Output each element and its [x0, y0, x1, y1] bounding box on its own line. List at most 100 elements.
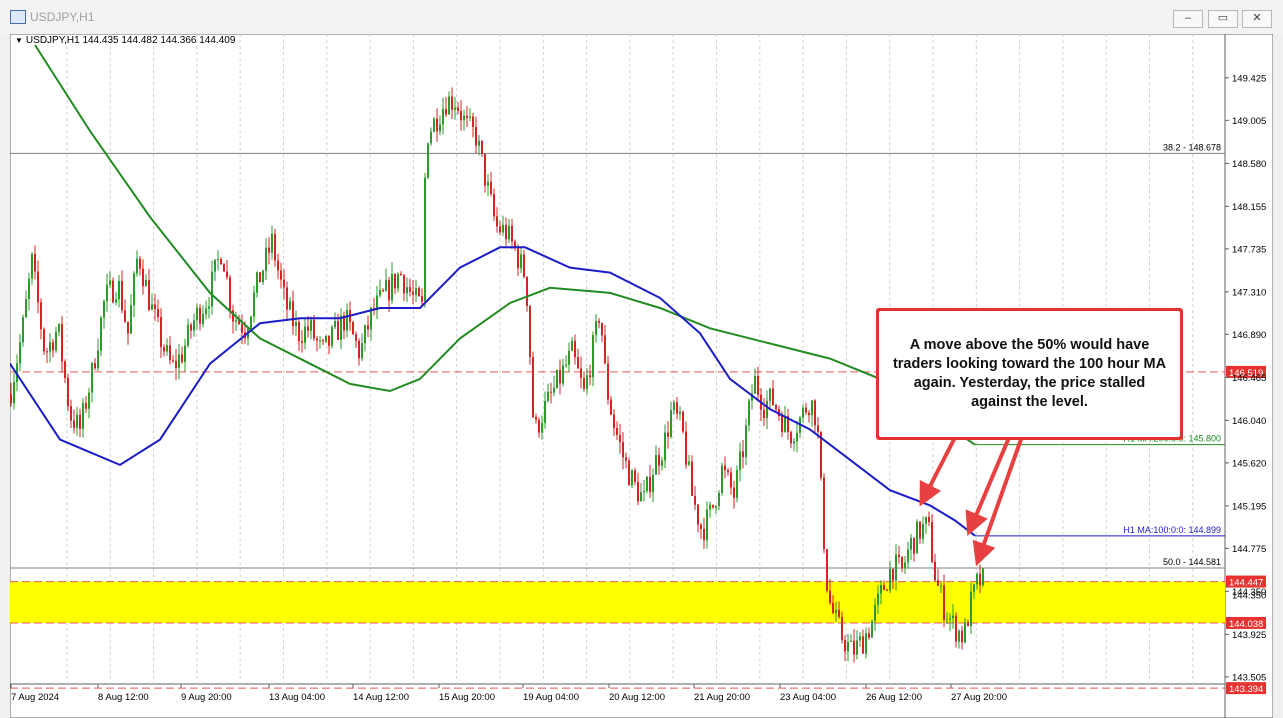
candle	[661, 460, 663, 466]
candle	[970, 591, 972, 626]
candle	[289, 301, 291, 310]
candle	[664, 432, 666, 461]
candle	[763, 409, 765, 419]
candle	[136, 258, 138, 274]
candle	[796, 432, 798, 442]
candle	[334, 321, 336, 328]
candle	[121, 280, 123, 311]
candle	[67, 378, 69, 407]
candle	[682, 411, 684, 432]
triangle-down-icon[interactable]: ▼	[15, 36, 23, 45]
candle	[904, 562, 906, 568]
candle	[91, 363, 93, 393]
candle	[979, 573, 981, 586]
candle	[886, 589, 888, 591]
candle	[745, 425, 747, 458]
candle	[502, 224, 504, 233]
candle	[652, 474, 654, 493]
candle	[235, 319, 237, 322]
candle	[277, 260, 279, 271]
window-title: USDJPY,H1	[30, 10, 95, 24]
candle	[286, 287, 288, 310]
candle	[172, 360, 174, 362]
candle	[181, 354, 183, 363]
x-tick-label: 26 Aug 12:00	[866, 692, 922, 703]
candle	[808, 412, 810, 416]
candle	[769, 388, 771, 401]
candle	[538, 419, 540, 433]
candle	[586, 375, 588, 389]
candle	[625, 457, 627, 461]
ohlc-readout: ▼ USDJPY,H1 144.435 144.482 144.366 144.4…	[15, 35, 235, 46]
chart-area[interactable]: 38.2 - 148.67850.0 - 144.581H1 MA:200:0:…	[10, 34, 1273, 718]
candle	[667, 432, 669, 437]
y-tick-label: 145.195	[1232, 501, 1266, 512]
ohlc-low: 144.366	[160, 35, 197, 46]
candle	[937, 580, 939, 586]
candle	[823, 477, 825, 550]
candle	[490, 181, 492, 194]
candle	[487, 181, 489, 186]
x-tick-label: 15 Aug 20:00	[439, 692, 495, 703]
candle	[301, 341, 303, 343]
candle	[103, 301, 105, 318]
candle	[781, 416, 783, 433]
candle	[124, 310, 126, 322]
candle	[388, 280, 390, 301]
candle	[325, 335, 327, 342]
candle	[139, 258, 141, 269]
candle	[577, 357, 579, 369]
candle	[187, 324, 189, 346]
candle	[619, 434, 621, 443]
candle	[262, 270, 264, 283]
close-button[interactable]: ✕	[1242, 10, 1272, 28]
candle	[670, 410, 672, 437]
support-zone	[10, 581, 1225, 623]
candle	[166, 345, 168, 352]
current-price-label: 144.350	[1232, 590, 1266, 601]
candle	[835, 609, 837, 613]
candle	[697, 504, 699, 525]
candle	[412, 291, 414, 295]
candle	[448, 96, 450, 115]
candle	[178, 354, 180, 369]
candle	[721, 465, 723, 493]
candle	[484, 154, 486, 186]
candle	[31, 253, 33, 279]
candle	[472, 116, 474, 127]
candle	[190, 324, 192, 331]
candle	[775, 404, 777, 410]
candle	[748, 400, 750, 426]
candle	[715, 505, 717, 508]
x-tick-label: 20 Aug 12:00	[609, 692, 665, 703]
candle	[967, 622, 969, 626]
candle	[10, 394, 12, 404]
candle	[40, 302, 42, 330]
candle	[265, 247, 267, 271]
candle	[220, 258, 222, 265]
x-tick-label: 9 Aug 20:00	[181, 692, 232, 703]
candle	[211, 271, 213, 307]
candle	[880, 584, 882, 594]
candle	[814, 400, 816, 426]
candle	[49, 342, 51, 352]
candle	[922, 523, 924, 539]
candle	[130, 305, 132, 334]
candle	[943, 585, 945, 620]
candle	[451, 96, 453, 110]
candle	[145, 280, 147, 287]
candle	[382, 289, 384, 291]
window-titlebar[interactable]: USDJPY,H1 – ▭ ✕	[0, 0, 1283, 34]
x-tick-label: 19 Aug 04:00	[523, 692, 579, 703]
candle	[571, 340, 573, 351]
candle	[592, 335, 594, 378]
candle	[556, 369, 558, 388]
candle	[52, 342, 54, 351]
y-tick-label: 148.580	[1232, 159, 1266, 170]
x-tick-label: 27 Aug 20:00	[951, 692, 1007, 703]
candle	[901, 557, 903, 568]
candle	[709, 504, 711, 510]
minimize-button[interactable]: –	[1173, 10, 1203, 28]
candle	[982, 568, 984, 586]
maximize-button[interactable]: ▭	[1208, 10, 1238, 28]
